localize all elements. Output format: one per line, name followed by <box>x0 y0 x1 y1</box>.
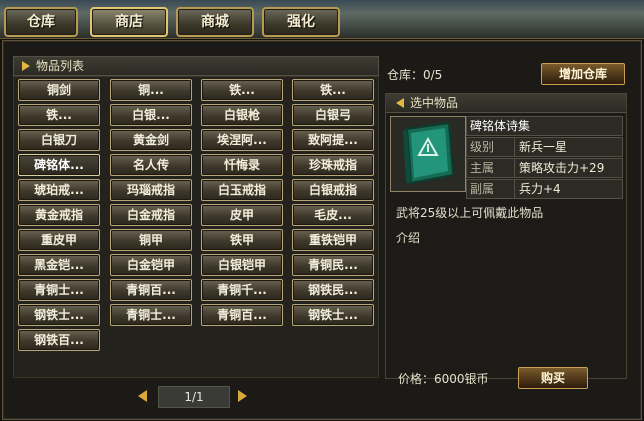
list-item[interactable]: 钢铁民... <box>292 279 374 301</box>
stat-value: 新兵一星 <box>519 140 568 154</box>
item-list-header: 物品列表 <box>13 56 379 76</box>
list-item[interactable]: 白银枪 <box>201 104 283 126</box>
storage-count: 仓库：0/5 <box>387 68 443 82</box>
stat-value: 兵力+4 <box>519 182 561 196</box>
list-item[interactable]: 钢铁士... <box>292 304 374 326</box>
list-item[interactable]: 钢铁士... <box>18 304 100 326</box>
item-name: 碑铭体诗集 <box>470 119 531 133</box>
list-item[interactable]: 埃涅阿... <box>201 129 283 151</box>
page-indicator: 1/1 <box>158 386 230 408</box>
list-item[interactable]: 铁甲 <box>201 229 283 251</box>
list-item[interactable]: 玛瑙戒指 <box>110 179 192 201</box>
list-item[interactable]: 琥珀戒... <box>18 179 100 201</box>
list-item[interactable]: 白银弓 <box>292 104 374 126</box>
prev-page-icon[interactable] <box>138 390 147 402</box>
item-name-row: 碑铭体诗集 <box>466 116 623 136</box>
tab-warehouse[interactable]: 仓库 <box>4 7 78 37</box>
tab-enhance[interactable]: 强化 <box>262 7 340 37</box>
list-item[interactable]: 黄金剑 <box>110 129 192 151</box>
item-list-title: 物品列表 <box>36 59 85 73</box>
list-item[interactable]: 青铜百... <box>110 279 192 301</box>
list-item[interactable]: 铁... <box>201 79 283 101</box>
item-price: 价格：6000银币 <box>398 372 489 386</box>
list-item[interactable]: 青铜千... <box>201 279 283 301</box>
book-icon <box>403 121 455 185</box>
list-item[interactable]: 白金戒指 <box>110 204 192 226</box>
top-tab-bar: 仓库 商店 商城 强化 <box>0 0 644 39</box>
list-item[interactable]: 碑铭体... <box>18 154 100 176</box>
triangle-right-icon <box>22 61 30 71</box>
list-item[interactable]: 白玉戒指 <box>201 179 283 201</box>
list-item[interactable]: 铜甲 <box>110 229 192 251</box>
add-storage-button[interactable]: 增加仓库 <box>541 63 625 85</box>
list-item[interactable]: 铜剑 <box>18 79 100 101</box>
list-item[interactable]: 白银... <box>110 104 192 126</box>
tab-mall[interactable]: 商城 <box>176 7 254 37</box>
stat-key: 级别 <box>467 138 515 156</box>
list-item[interactable]: 重铁铠甲 <box>292 229 374 251</box>
selected-item-panel: 选中物品 碑铭体诗集 级别 新兵一星 主属 策略攻击力+29 副属 兵力+4 武将25… <box>385 93 627 389</box>
stat-row-main: 主属 策略攻击力+29 <box>466 158 623 178</box>
list-item[interactable]: 铁... <box>18 104 100 126</box>
list-item[interactable]: 白银铠甲 <box>201 254 283 276</box>
selected-item-title: 选中物品 <box>410 96 459 110</box>
item-intro-label: 介绍 <box>396 231 421 245</box>
list-item[interactable]: 青铜百... <box>201 304 283 326</box>
list-item[interactable]: 黑金铠... <box>18 254 100 276</box>
list-item[interactable]: 青铜民... <box>292 254 374 276</box>
list-item[interactable]: 忏悔录 <box>201 154 283 176</box>
app-window: 仓库 商店 商城 强化 物品列表 铜剑 铜... 铁... 铁... 铁... 白银...… <box>0 0 644 421</box>
list-item[interactable]: 青铜士... <box>110 304 192 326</box>
list-item[interactable]: 名人传 <box>110 154 192 176</box>
list-item[interactable]: 白金铠甲 <box>110 254 192 276</box>
buy-button[interactable]: 购买 <box>518 367 588 389</box>
list-item[interactable]: 毛皮... <box>292 204 374 226</box>
item-icon-slot <box>390 116 466 192</box>
item-list: 铜剑 铜... 铁... 铁... 铁... 白银... 白银枪 白银弓白银刀 黄金剑 埃涅阿..… <box>13 76 379 378</box>
stat-value: 策略攻击力+29 <box>519 161 605 175</box>
list-item[interactable]: 铁... <box>292 79 374 101</box>
list-item[interactable]: 黄金戒指 <box>18 204 100 226</box>
list-item[interactable]: 钢铁百... <box>18 329 100 351</box>
item-stats: 碑铭体诗集 级别 新兵一星 主属 策略攻击力+29 副属 兵力+4 <box>466 116 623 200</box>
list-item[interactable]: 青铜士... <box>18 279 100 301</box>
stat-row-sub: 副属 兵力+4 <box>466 179 623 199</box>
list-item[interactable]: 珍珠戒指 <box>292 154 374 176</box>
next-page-icon[interactable] <box>238 390 247 402</box>
tab-shop[interactable]: 商店 <box>90 7 168 37</box>
list-item[interactable]: 白银刀 <box>18 129 100 151</box>
stat-key: 副属 <box>467 180 515 198</box>
triangle-left-icon <box>396 98 404 108</box>
list-item[interactable]: 皮甲 <box>201 204 283 226</box>
item-requirement: 武将25级以上可佩戴此物品 <box>396 206 544 220</box>
list-item[interactable]: 铜... <box>110 79 192 101</box>
list-item[interactable]: 致阿提... <box>292 129 374 151</box>
stat-key: 主属 <box>467 159 515 177</box>
shop-panel: 物品列表 铜剑 铜... 铁... 铁... 铁... 白银... 白银枪 白银弓白银刀 黄金剑… <box>2 40 642 420</box>
stat-row-level: 级别 新兵一星 <box>466 137 623 157</box>
list-item[interactable]: 白银戒指 <box>292 179 374 201</box>
list-item[interactable]: 重皮甲 <box>18 229 100 251</box>
selected-item-header: 选中物品 <box>386 94 626 113</box>
